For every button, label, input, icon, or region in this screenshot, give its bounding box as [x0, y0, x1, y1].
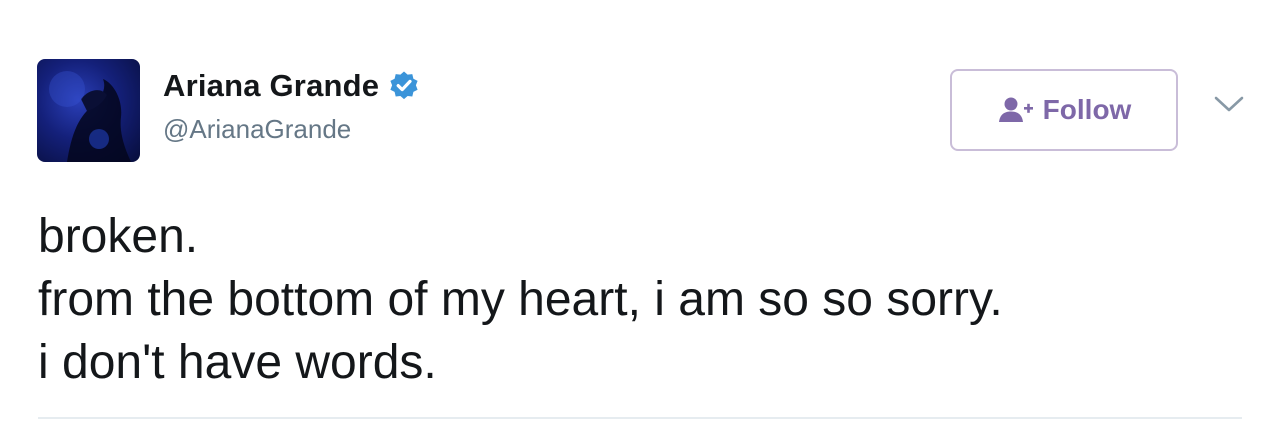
avatar[interactable] [37, 59, 140, 162]
follow-button-label: Follow [1042, 94, 1132, 125]
verified-badge-icon [388, 70, 420, 102]
tweet-text: broken. from the bottom of my heart, i a… [38, 205, 1003, 394]
user-handle[interactable]: @ArianaGrande [163, 114, 351, 145]
chevron-down-icon[interactable] [1212, 93, 1246, 115]
tweet-text-line: i don't have words. [38, 336, 437, 389]
tweet-text-line: from the bottom of my heart, i am so so … [38, 273, 1003, 326]
follow-button[interactable]: Follow [950, 69, 1178, 151]
display-name[interactable]: Ariana Grande [163, 68, 379, 104]
add-user-icon [997, 95, 1035, 125]
divider [38, 417, 1242, 419]
author-name-row: Ariana Grande [163, 66, 420, 106]
avatar-image [49, 71, 131, 162]
tweet-text-line: broken. [38, 210, 199, 263]
tweet-card: Ariana Grande @ArianaGrande Follow broke… [0, 0, 1280, 422]
